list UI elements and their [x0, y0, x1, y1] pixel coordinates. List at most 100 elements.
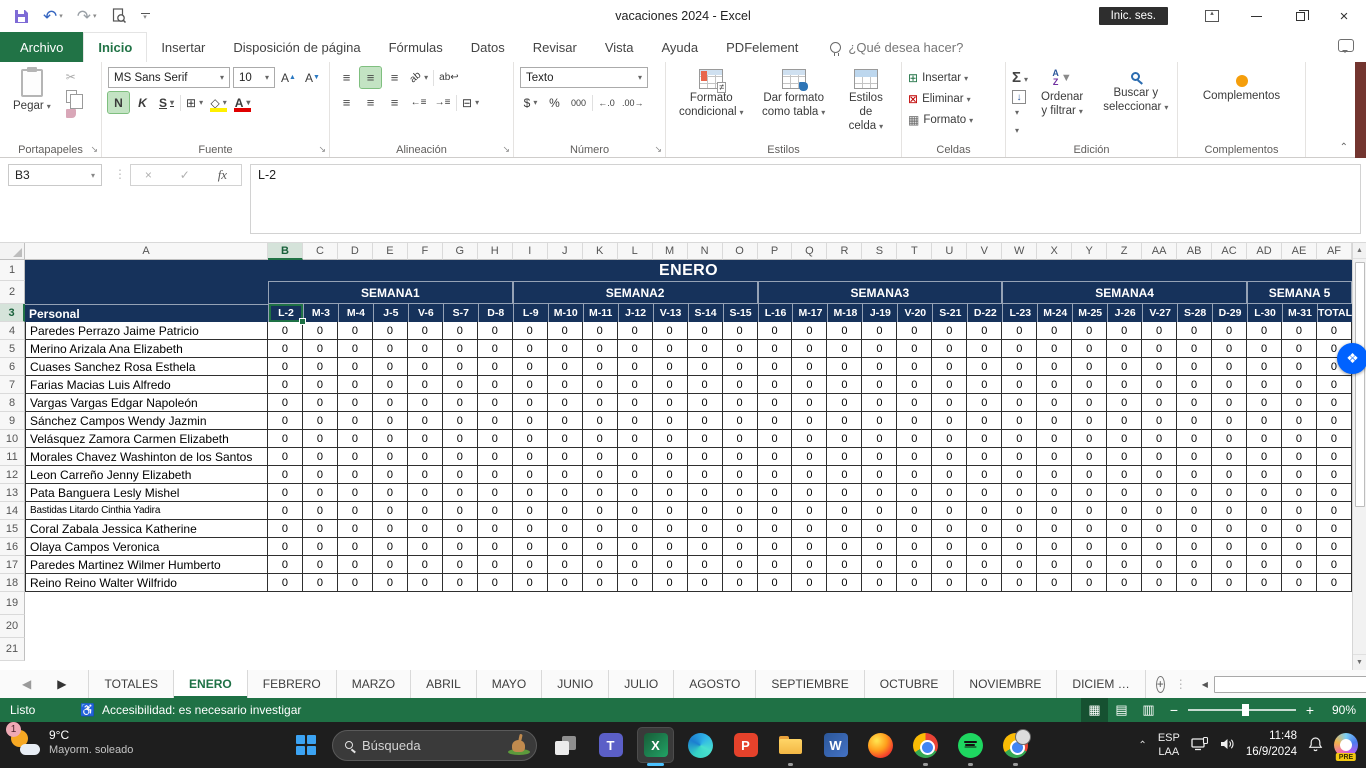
- value-cell[interactable]: 0: [653, 502, 688, 520]
- empty-row[interactable]: [25, 638, 1352, 661]
- value-cell[interactable]: 0: [1107, 556, 1142, 574]
- value-cell[interactable]: 0: [408, 412, 443, 430]
- value-cell[interactable]: 0: [862, 412, 897, 430]
- value-cell[interactable]: 0: [1002, 484, 1037, 502]
- delete-cells-button[interactable]: ⊠Eliminar: [908, 88, 999, 109]
- value-cell[interactable]: 0: [1037, 376, 1072, 394]
- sheet-tab-septiembre[interactable]: SEPTIEMBRE: [756, 670, 864, 698]
- value-cell[interactable]: 0: [408, 574, 443, 592]
- value-cell[interactable]: 0: [303, 466, 338, 484]
- number-format-combo[interactable]: Texto: [520, 67, 648, 88]
- font-name-combo[interactable]: MS Sans Serif: [108, 67, 230, 88]
- row-header-1[interactable]: 1: [0, 260, 25, 281]
- value-cell[interactable]: 0: [1142, 412, 1177, 430]
- person-name-cell[interactable]: Olaya Campos Veronica: [25, 538, 268, 556]
- sign-in-button[interactable]: Inic. ses.: [1099, 7, 1168, 25]
- value-cell[interactable]: 0: [1142, 574, 1177, 592]
- value-cell[interactable]: 0: [967, 466, 1002, 484]
- value-cell[interactable]: 0: [1107, 322, 1142, 340]
- column-header-N[interactable]: N: [688, 243, 723, 260]
- day-header-cell[interactable]: M-11: [583, 304, 618, 322]
- day-header-cell[interactable]: L-9: [513, 304, 548, 322]
- value-cell[interactable]: 0: [1177, 520, 1212, 538]
- value-cell[interactable]: 0: [513, 340, 548, 358]
- column-header-V[interactable]: V: [967, 243, 1002, 260]
- value-cell[interactable]: 0: [548, 430, 583, 448]
- column-header-Z[interactable]: Z: [1107, 243, 1142, 260]
- value-cell[interactable]: 0: [653, 358, 688, 376]
- minimize-icon[interactable]: [1234, 1, 1278, 31]
- value-cell[interactable]: 0: [303, 502, 338, 520]
- value-cell[interactable]: 0: [897, 448, 932, 466]
- value-cell[interactable]: 0: [792, 502, 827, 520]
- value-cell[interactable]: 0: [1142, 394, 1177, 412]
- value-cell[interactable]: 0: [1282, 322, 1317, 340]
- value-cell[interactable]: 0: [1072, 520, 1107, 538]
- row-header-11[interactable]: 11: [0, 448, 25, 466]
- zoom-level[interactable]: 90%: [1322, 703, 1366, 717]
- value-cell[interactable]: 0: [1107, 466, 1142, 484]
- value-cell[interactable]: 0: [443, 466, 478, 484]
- value-cell[interactable]: 0: [618, 466, 653, 484]
- value-cell[interactable]: 0: [862, 358, 897, 376]
- close-icon[interactable]: ×: [1322, 1, 1366, 31]
- value-cell[interactable]: 0: [1212, 448, 1247, 466]
- value-cell[interactable]: 0: [618, 520, 653, 538]
- value-cell[interactable]: 0: [268, 466, 303, 484]
- value-cell[interactable]: 0: [373, 466, 408, 484]
- value-cell[interactable]: 0: [967, 502, 1002, 520]
- value-cell[interactable]: 0: [1282, 430, 1317, 448]
- person-name-cell[interactable]: Merino Arizala Ana Elizabeth: [25, 340, 268, 358]
- value-cell[interactable]: 0: [792, 430, 827, 448]
- value-cell[interactable]: 0: [478, 466, 513, 484]
- ribbon-tab-insertar[interactable]: Insertar: [147, 32, 219, 62]
- column-header-B[interactable]: B: [268, 243, 303, 260]
- value-cell[interactable]: 0: [618, 358, 653, 376]
- value-cell[interactable]: 0: [583, 556, 618, 574]
- sheet-tab-agosto[interactable]: AGOSTO: [674, 670, 756, 698]
- value-cell[interactable]: 0: [827, 340, 862, 358]
- value-cell[interactable]: 0: [1212, 412, 1247, 430]
- week-header-2[interactable]: SEMANA2: [513, 281, 758, 304]
- value-cell[interactable]: 0: [268, 322, 303, 340]
- value-cell[interactable]: 0: [478, 520, 513, 538]
- value-cell[interactable]: 0: [1072, 484, 1107, 502]
- value-cell[interactable]: 0: [1177, 556, 1212, 574]
- value-cell[interactable]: 0: [443, 322, 478, 340]
- active-cell-B3[interactable]: L-2: [268, 304, 303, 322]
- value-cell[interactable]: 0: [758, 556, 793, 574]
- value-cell[interactable]: 0: [1317, 502, 1352, 520]
- value-cell[interactable]: 0: [827, 322, 862, 340]
- value-cell[interactable]: 0: [688, 376, 723, 394]
- value-cell[interactable]: 0: [268, 412, 303, 430]
- taskbar-chrome-icon[interactable]: [903, 722, 948, 768]
- value-cell[interactable]: 0: [1037, 466, 1072, 484]
- value-cell[interactable]: 0: [1317, 574, 1352, 592]
- value-cell[interactable]: 0: [653, 448, 688, 466]
- value-cell[interactable]: 0: [1282, 574, 1317, 592]
- week-header-5[interactable]: SEMANA 5: [1247, 281, 1352, 304]
- merge-center-icon[interactable]: ⊟: [460, 92, 481, 113]
- underline-button[interactable]: S: [156, 92, 177, 113]
- value-cell[interactable]: 0: [827, 556, 862, 574]
- empty-row[interactable]: [25, 592, 1352, 615]
- value-cell[interactable]: 0: [478, 538, 513, 556]
- value-cell[interactable]: 0: [443, 412, 478, 430]
- value-cell[interactable]: 0: [1037, 412, 1072, 430]
- day-header-cell[interactable]: V-6: [408, 304, 443, 322]
- value-cell[interactable]: 0: [478, 412, 513, 430]
- sheet-tab-febrero[interactable]: FEBRERO: [248, 670, 337, 698]
- value-cell[interactable]: 0: [862, 502, 897, 520]
- value-cell[interactable]: 0: [1072, 466, 1107, 484]
- value-cell[interactable]: 0: [513, 358, 548, 376]
- value-cell[interactable]: 0: [723, 448, 758, 466]
- value-cell[interactable]: 0: [1212, 340, 1247, 358]
- value-cell[interactable]: 0: [1247, 412, 1282, 430]
- value-cell[interactable]: 0: [548, 448, 583, 466]
- value-cell[interactable]: 0: [583, 340, 618, 358]
- row-header-16[interactable]: 16: [0, 538, 25, 556]
- value-cell[interactable]: 0: [688, 358, 723, 376]
- day-header-cell[interactable]: S-7: [443, 304, 478, 322]
- decrease-decimal-icon[interactable]: .00→: [620, 92, 646, 113]
- value-cell[interactable]: 0: [618, 340, 653, 358]
